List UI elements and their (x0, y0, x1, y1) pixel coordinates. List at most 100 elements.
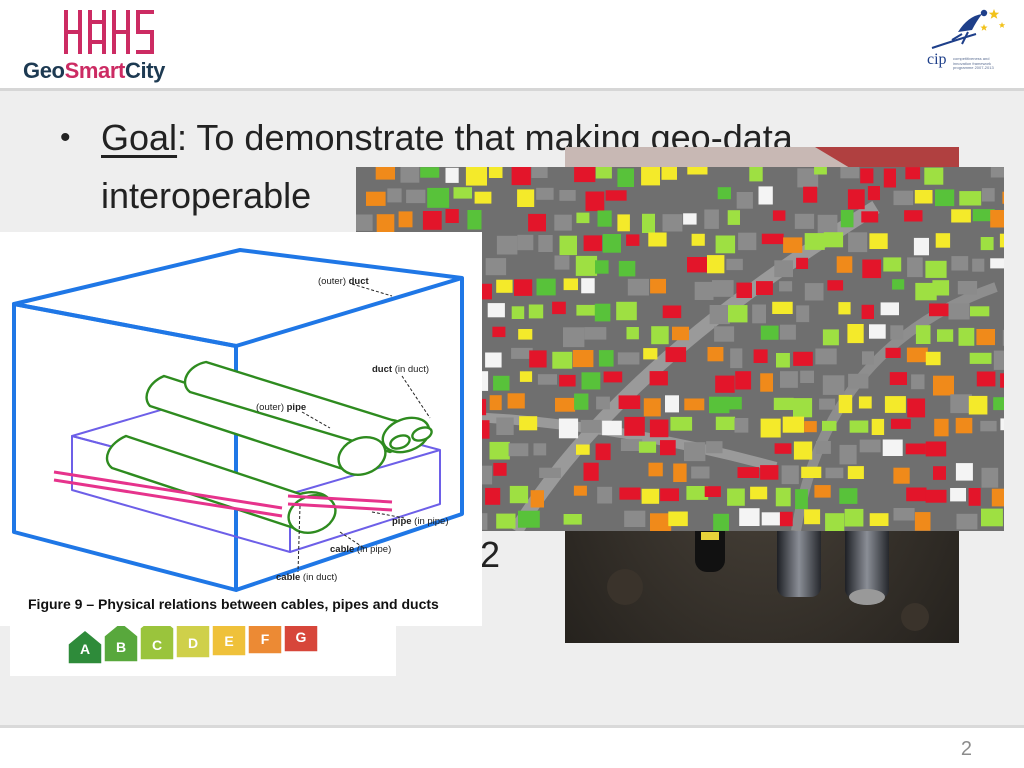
city-building (714, 326, 735, 342)
city-building (493, 462, 507, 476)
city-building (999, 233, 1004, 248)
city-building (576, 212, 590, 224)
city-building (990, 210, 1004, 228)
city-building (687, 167, 708, 175)
city-building (914, 512, 931, 531)
city-building (869, 513, 889, 526)
city-building (691, 233, 705, 246)
city-building (913, 237, 929, 256)
city-building (823, 232, 844, 248)
city-building (933, 466, 946, 480)
city-building (990, 258, 1004, 269)
city-building (376, 214, 395, 233)
city-building (822, 329, 839, 346)
city-building (665, 347, 687, 363)
city-building (737, 467, 760, 478)
city-building (713, 513, 729, 531)
city-building (518, 329, 533, 340)
energy-class-house: B (103, 621, 139, 663)
city-building (485, 487, 501, 505)
city-building (990, 167, 1004, 178)
city-building (626, 234, 640, 246)
city-building (825, 513, 845, 531)
city-building (420, 167, 440, 178)
city-building (761, 233, 784, 245)
city-building (904, 210, 923, 222)
city-building (538, 235, 553, 252)
city-building (822, 420, 837, 431)
city-building (648, 462, 663, 477)
energy-class-letter: D (188, 635, 198, 651)
logo-word-city: City (124, 58, 165, 83)
city-building (576, 304, 597, 316)
city-building (492, 326, 506, 338)
city-building (906, 487, 927, 502)
city-building (839, 444, 857, 465)
city-building (602, 234, 621, 253)
city-building (935, 233, 951, 248)
goal-label: Goal (101, 117, 178, 158)
city-building (968, 488, 981, 506)
city-building (617, 352, 640, 365)
city-building (465, 167, 487, 186)
city-building (836, 256, 853, 273)
city-building (782, 416, 805, 433)
city-building (531, 167, 548, 178)
city-building (838, 394, 853, 414)
city-building (530, 490, 544, 508)
geosmartcity-mark-icon (64, 10, 154, 54)
city-building (993, 397, 1004, 411)
city-building (925, 489, 947, 503)
city-building (517, 234, 534, 251)
city-building (684, 398, 705, 411)
city-building (650, 513, 672, 531)
city-building (819, 398, 836, 410)
city-building (489, 441, 510, 460)
city-building (617, 214, 630, 232)
city-building (554, 255, 570, 270)
city-building (932, 280, 950, 296)
city-building (970, 306, 990, 317)
city-building (595, 167, 612, 179)
city-building (891, 418, 911, 429)
city-building (839, 488, 858, 504)
city-building (847, 324, 864, 344)
city-building (517, 189, 535, 207)
city-building (804, 509, 821, 525)
city-building (776, 353, 790, 368)
city-building (929, 303, 951, 317)
city-building (882, 439, 903, 456)
city-building (869, 324, 886, 339)
label-outer-duct: (outer) duct (318, 276, 370, 287)
city-building (496, 279, 513, 293)
city-building (485, 352, 502, 368)
city-building (595, 443, 611, 461)
city-building (496, 235, 518, 255)
bullet-icon: • (60, 121, 71, 154)
city-building (907, 398, 926, 418)
city-building (489, 167, 503, 178)
city-building (738, 232, 757, 251)
city-building (584, 327, 607, 340)
city-building (774, 443, 792, 454)
city-building (889, 372, 907, 385)
city-building (951, 209, 971, 223)
city-building (489, 395, 502, 411)
city-building (707, 255, 725, 274)
city-building (552, 301, 566, 315)
city-building (750, 486, 768, 500)
city-building (933, 375, 954, 396)
city-building (968, 395, 988, 415)
city-building (955, 417, 973, 434)
city-building (847, 189, 865, 210)
city-building (736, 192, 753, 209)
city-building (581, 372, 601, 390)
city-building (555, 397, 576, 412)
city-building (862, 259, 882, 279)
city-building (660, 488, 679, 502)
city-building (981, 467, 999, 488)
city-building (563, 278, 578, 291)
city-building (848, 373, 869, 389)
city-building (445, 209, 459, 223)
city-building (533, 443, 547, 456)
